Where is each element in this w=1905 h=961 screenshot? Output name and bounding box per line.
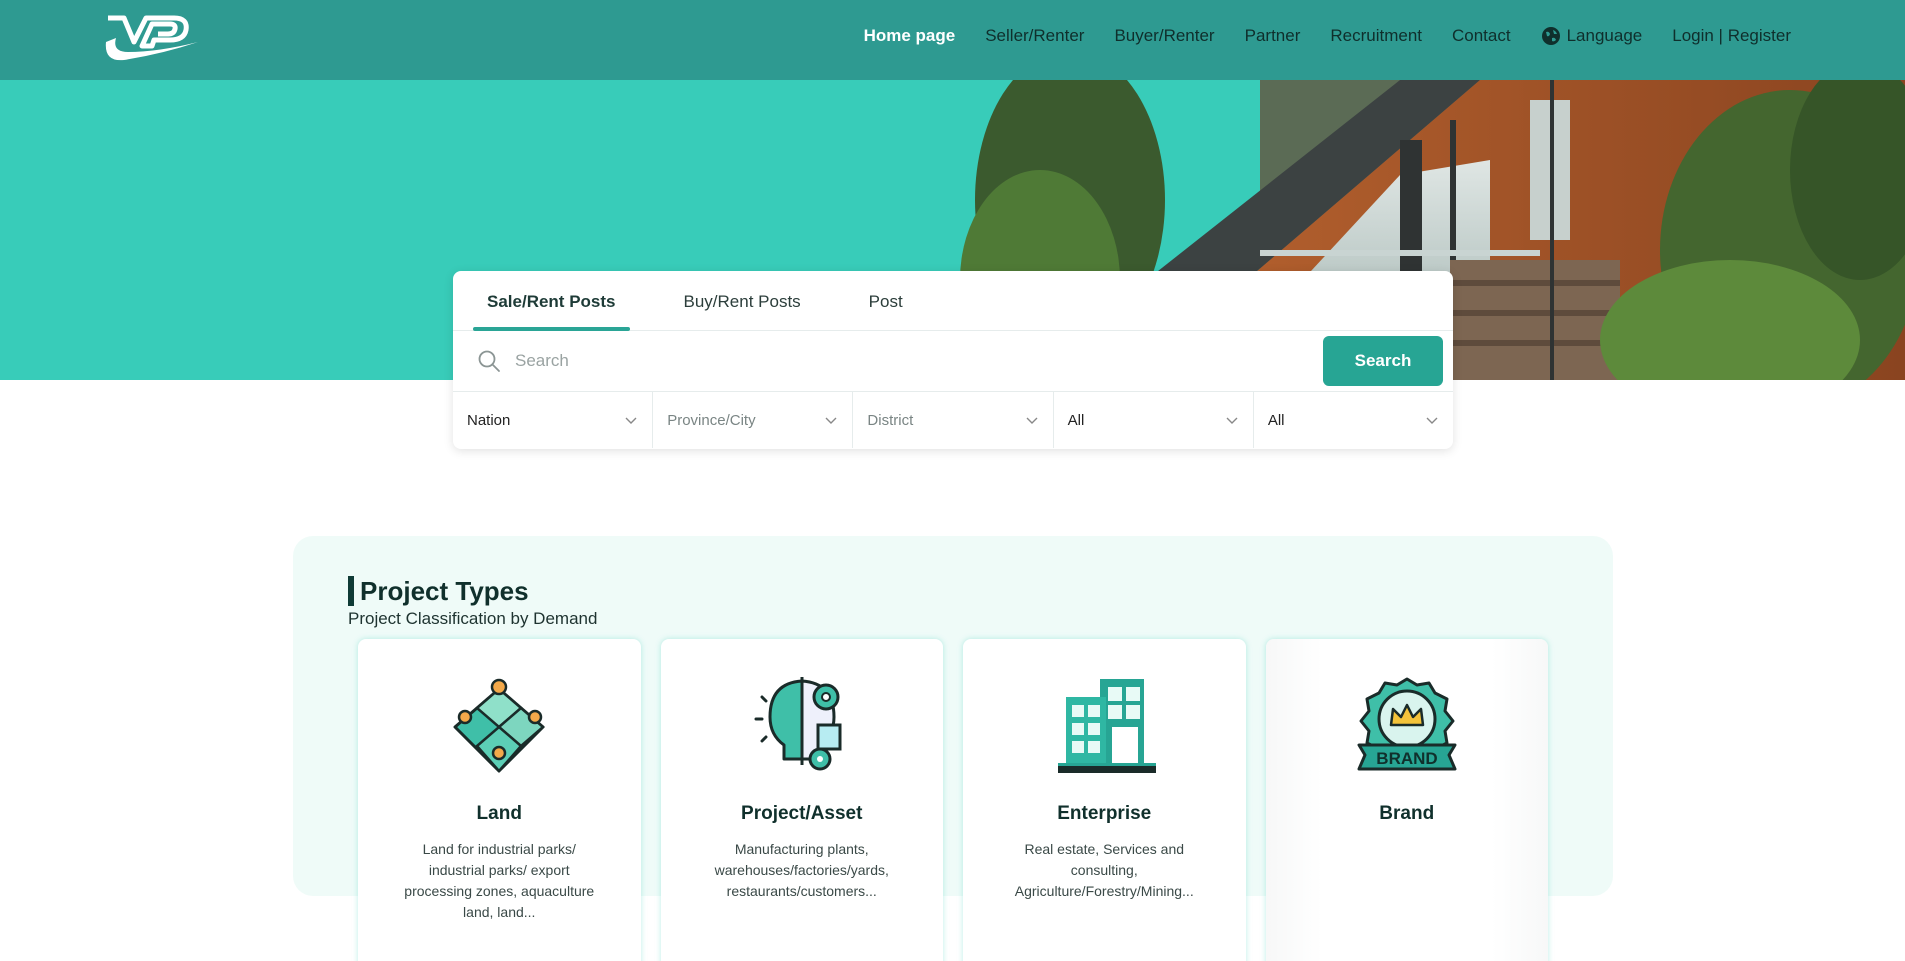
language-label: Language	[1566, 26, 1643, 45]
type-select[interactable]: All	[1254, 392, 1453, 448]
language-selector[interactable]: Language	[1541, 26, 1643, 46]
chevron-down-icon	[625, 417, 637, 424]
tab-sale-rent-posts[interactable]: Sale/Rent Posts	[473, 292, 630, 331]
card-land-title: Land	[476, 803, 522, 824]
vp-logo[interactable]	[102, 12, 198, 66]
lightbulb-gear-icon	[754, 677, 842, 771]
office-building-icon	[1058, 679, 1157, 773]
tab-post[interactable]: Post	[855, 292, 917, 330]
card-project-asset[interactable]: Project/Asset Manufacturing plants, ware…	[660, 639, 943, 961]
card-enterprise-title: Enterprise	[1057, 803, 1152, 824]
category-select-value: All	[1067, 411, 1085, 429]
nation-select-value: Nation	[467, 411, 511, 429]
search-panel: Sale/Rent Posts Buy/Rent Posts Post Sear…	[453, 271, 1453, 449]
project-type-cards: Land Land for industrial parks/ industri…	[358, 639, 1548, 961]
main-menu: Home page Seller/Renter Buyer/Renter Par…	[864, 0, 1791, 72]
section-subtitle: Project Classification by Demand	[348, 609, 598, 628]
chevron-down-icon	[1226, 417, 1238, 424]
post-type-tabs: Sale/Rent Posts Buy/Rent Posts Post	[453, 271, 1453, 331]
nation-select[interactable]: Nation	[453, 392, 654, 448]
card-enterprise[interactable]: Enterprise Real estate, Services and con…	[963, 639, 1246, 961]
card-brand-title: Brand	[1379, 803, 1435, 824]
chevron-down-icon	[1426, 417, 1438, 424]
search-row: Search	[453, 331, 1453, 392]
top-navbar: Home page Seller/Renter Buyer/Renter Par…	[0, 0, 1905, 80]
district-select[interactable]: District	[853, 392, 1054, 448]
nav-buyer-renter[interactable]: Buyer/Renter	[1114, 26, 1214, 46]
category-select[interactable]: All	[1054, 392, 1254, 448]
card-land-description: Land for industrial parks/ industrial pa…	[404, 841, 595, 920]
district-select-value: District	[867, 411, 914, 429]
globe-icon	[1541, 27, 1560, 45]
nav-seller-renter[interactable]: Seller/Renter	[985, 26, 1084, 46]
card-land[interactable]: Land Land for industrial parks/ industri…	[358, 639, 641, 961]
location-filters: Nation Province/City District All All	[453, 392, 1453, 448]
province-city-select[interactable]: Province/City	[653, 392, 854, 448]
brand-badge-icon: BRAND	[1357, 677, 1457, 771]
search-input[interactable]	[515, 351, 1323, 371]
section-title: Project Types	[348, 576, 529, 606]
brand-badge-text: BRAND	[1376, 749, 1437, 768]
search-icon	[478, 350, 500, 372]
land-map-icon	[453, 678, 546, 773]
login-register-link[interactable]: Login | Register	[1672, 26, 1791, 46]
nav-partner[interactable]: Partner	[1245, 26, 1301, 46]
nav-contact[interactable]: Contact	[1452, 26, 1511, 46]
nav-recruitment[interactable]: Recruitment	[1330, 26, 1422, 46]
chevron-down-icon	[1026, 417, 1038, 424]
nav-home[interactable]: Home page	[864, 26, 956, 46]
card-project-asset-title: Project/Asset	[741, 803, 863, 824]
province-city-select-value: Province/City	[667, 411, 756, 429]
card-brand[interactable]: BRAND Brand	[1265, 639, 1548, 961]
chevron-down-icon	[825, 417, 837, 424]
type-select-value: All	[1267, 411, 1285, 429]
search-button[interactable]: Search	[1323, 336, 1443, 386]
card-project-asset-description: Manufacturing plants, warehouses/factori…	[714, 841, 889, 899]
tab-buy-rent-posts[interactable]: Buy/Rent Posts	[670, 292, 815, 330]
card-enterprise-description: Real estate, Services and consulting, Ag…	[1014, 841, 1194, 899]
